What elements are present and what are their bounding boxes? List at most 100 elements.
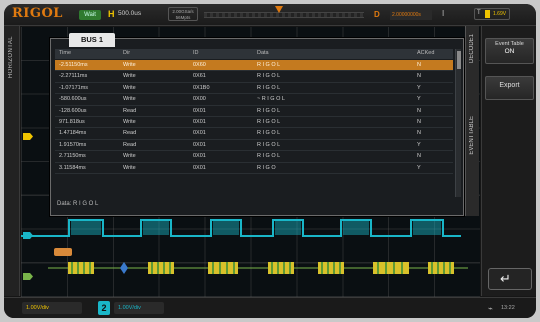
cell-data: ~ R I G O L bbox=[257, 96, 285, 103]
table-row[interactable]: -2.27111ms Write 0X61 R I G O L N bbox=[55, 71, 453, 83]
table-header: Time Dir ID Data ACKed bbox=[55, 49, 453, 59]
column-header-acked: ACKed bbox=[417, 50, 435, 56]
cell-ack: N bbox=[417, 153, 421, 160]
decode-event-table[interactable]: BUS 1 Time Dir ID Data ACKed -2.51150ms … bbox=[50, 33, 464, 216]
run-state-badge[interactable]: Wait bbox=[79, 10, 101, 20]
status-bar: RIGOL Wait H 500.0us 2.00GSa/s 56Mpts D … bbox=[4, 4, 536, 26]
bottom-status-bar: 1.00V/div 2 1.00V/div ⌁ 13:22 bbox=[4, 297, 536, 318]
cell-data: R I G O bbox=[257, 164, 276, 171]
export-button[interactable]: Export bbox=[485, 76, 534, 100]
timebase-value[interactable]: 500.0us bbox=[118, 10, 141, 17]
cell-ack: Y bbox=[417, 141, 421, 148]
trigger-box[interactable]: T 1.69V bbox=[474, 8, 510, 20]
cell-ack: N bbox=[417, 130, 421, 137]
ch1-marker-icon[interactable] bbox=[23, 133, 33, 140]
cell-dir: Write bbox=[123, 118, 136, 125]
return-button[interactable]: ↵ bbox=[488, 268, 532, 290]
table-row[interactable]: 1.91570ms Read 0X01 R I G O L Y bbox=[55, 140, 453, 152]
cell-data: R I G O L bbox=[257, 118, 281, 125]
cell-id: 0X01 bbox=[193, 141, 206, 148]
trigger-position-icon bbox=[275, 6, 283, 13]
trigger-label: T bbox=[477, 10, 481, 16]
bus-waveform bbox=[48, 262, 468, 274]
cell-id: 0X01 bbox=[193, 107, 206, 114]
right-softkey-menu: Event Table ON Export ↵ bbox=[481, 26, 536, 296]
ch2-scale[interactable]: 1.00V/div bbox=[114, 302, 164, 314]
cell-id: 0X01 bbox=[193, 130, 206, 137]
oscilloscope-screen: RIGOL Wait H 500.0us 2.00GSa/s 56Mpts D … bbox=[4, 4, 536, 318]
horizontal-menu-label: HORIZONTAL bbox=[8, 36, 14, 79]
cell-time: 2.71150ms bbox=[59, 153, 86, 160]
table-scrollbar[interactable] bbox=[455, 49, 461, 197]
bus-marker-icon[interactable] bbox=[23, 273, 33, 280]
cell-data: R I G O L bbox=[257, 130, 281, 137]
cell-time: 971.818us bbox=[59, 118, 85, 125]
bus-tab[interactable]: BUS 1 bbox=[69, 33, 115, 47]
export-label: Export bbox=[499, 82, 520, 89]
table-row[interactable]: 2.71150ms Write 0X01 R I G O L N bbox=[55, 151, 453, 163]
cell-ack: Y bbox=[417, 84, 421, 91]
table-row[interactable]: 3.11584ms Write 0X01 R I G O Y bbox=[55, 163, 453, 174]
scrollbar-thumb[interactable] bbox=[457, 51, 461, 69]
cell-time: -580.600us bbox=[59, 96, 87, 103]
tab-eventtable[interactable]: EVENTTABLE bbox=[469, 116, 475, 155]
ch2-waveform bbox=[21, 219, 461, 237]
cell-data: R I G O L bbox=[257, 107, 281, 114]
cell-id: 0X00 bbox=[193, 96, 206, 103]
cell-dir: Write bbox=[123, 62, 136, 68]
cell-id: 0X01 bbox=[193, 164, 206, 171]
horizontal-label: H bbox=[108, 9, 115, 19]
decode-side-tabs: DECODE1 EVENTTABLE bbox=[465, 26, 479, 216]
cell-time: 1.91570ms bbox=[59, 141, 87, 148]
cell-ack: N bbox=[417, 118, 421, 125]
delay-label: D bbox=[374, 10, 380, 19]
column-header-id: ID bbox=[193, 50, 199, 56]
memory-position-bar[interactable] bbox=[204, 12, 364, 18]
acquisition-box[interactable]: 2.00GSa/s 56Mpts bbox=[168, 7, 198, 21]
trigger-edge-icon bbox=[485, 10, 490, 18]
table-row[interactable]: -2.51150ms Write 0X60 R I G O L N bbox=[55, 60, 453, 72]
left-side-menu[interactable]: HORIZONTAL bbox=[4, 26, 20, 296]
table-row[interactable]: -128.600us Read 0X01 R I G O L N bbox=[55, 106, 453, 117]
clock: 13:22 bbox=[501, 305, 515, 311]
table-row[interactable]: -580.600us Write 0X00 ~ R I G O L Y bbox=[55, 94, 453, 106]
cell-dir: Write bbox=[123, 73, 136, 80]
cell-data: R I G O L bbox=[257, 73, 281, 80]
trigger-level: 1.69V bbox=[493, 11, 507, 17]
cell-dir: Read bbox=[123, 141, 137, 148]
cell-time: -128.600us bbox=[59, 107, 87, 114]
cell-time: -1.07171ms bbox=[59, 84, 89, 91]
cell-ack: N bbox=[417, 107, 421, 114]
column-header-dir: Dir bbox=[123, 50, 131, 56]
cell-data: R I G O L bbox=[257, 153, 281, 160]
usb-icon: ⌁ bbox=[488, 304, 493, 313]
cell-id: 0X01 bbox=[193, 153, 206, 160]
event-table-value: ON bbox=[504, 48, 515, 55]
cell-id: 0X60 bbox=[193, 62, 206, 68]
cell-time: -2.51150ms bbox=[59, 62, 88, 68]
table-row[interactable]: 1.47184ms Read 0X01 R I G O L N bbox=[55, 128, 453, 140]
cell-dir: Read bbox=[123, 107, 137, 114]
cell-dir: Write bbox=[123, 84, 136, 91]
cell-ack: N bbox=[417, 73, 421, 80]
cell-time: -2.27111ms bbox=[59, 73, 88, 80]
tab-decode1[interactable]: DECODE1 bbox=[469, 34, 475, 63]
table-row[interactable]: -1.07171ms Write 0X1B0 R I G O L Y bbox=[55, 83, 453, 95]
column-header-time: Time bbox=[59, 50, 72, 56]
delay-value[interactable]: 2.00000000s bbox=[390, 10, 432, 20]
acquisition-depth: 56Mpts bbox=[175, 15, 191, 20]
ch1-scale[interactable]: 1.00V/div bbox=[22, 302, 82, 314]
event-table-label: Event Table bbox=[495, 41, 524, 47]
table-row[interactable]: 971.818us Write 0X01 R I G O L N bbox=[55, 117, 453, 129]
table-body: -2.51150ms Write 0X60 R I G O L N -2.271… bbox=[55, 60, 453, 174]
cell-dir: Write bbox=[123, 164, 136, 171]
info-label: I bbox=[442, 9, 445, 18]
return-arrow-icon: ↵ bbox=[500, 271, 511, 286]
cell-time: 1.47184ms bbox=[59, 130, 87, 137]
cell-data: R I G O L bbox=[257, 62, 281, 68]
cell-ack: N bbox=[417, 62, 421, 68]
cell-ack: Y bbox=[417, 96, 421, 103]
rigol-logo: RIGOL bbox=[12, 6, 63, 21]
ch2-badge[interactable]: 2 bbox=[98, 301, 110, 315]
event-table-button[interactable]: Event Table ON bbox=[485, 38, 534, 64]
